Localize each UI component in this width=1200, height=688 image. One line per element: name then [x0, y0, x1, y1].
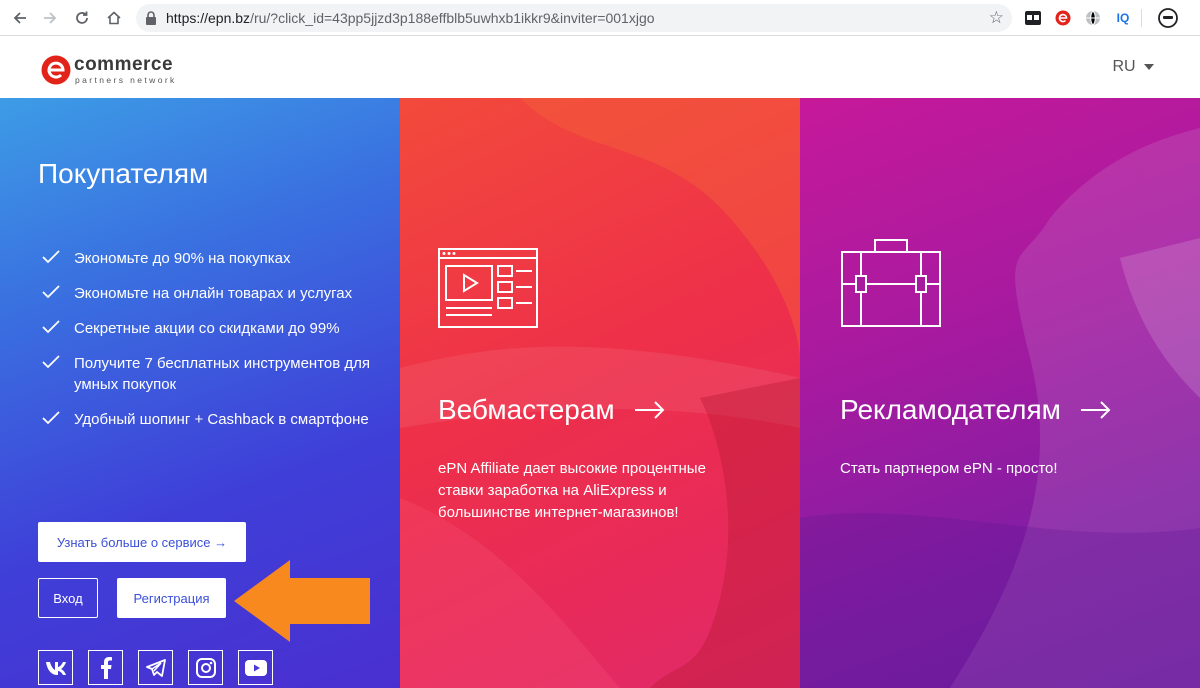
buyers-panel: Покупателям Экономьте до 90% на покупках…: [0, 98, 400, 688]
checkmark-icon: [42, 285, 60, 299]
arrow-right-icon: [634, 401, 665, 419]
checkmark-icon: [42, 411, 60, 425]
web-layout-icon: [438, 248, 538, 328]
feature-item: Получите 7 бесплатных инструментов для у…: [40, 353, 380, 395]
checkmark-icon: [42, 320, 60, 334]
instagram-icon[interactable]: [188, 650, 223, 685]
advertisers-heading[interactable]: Рекламодателям: [840, 394, 1111, 426]
checkmark-icon: [42, 355, 60, 369]
toolbar-separator: [1140, 9, 1144, 27]
background-photo-texture: [400, 98, 800, 688]
feature-item: Удобный шопинг + Cashback в смартфоне: [40, 409, 380, 430]
feature-text: Удобный шопинг + Cashback в смартфоне: [74, 411, 369, 428]
lock-icon: [146, 11, 156, 25]
feature-text: Экономьте до 90% на покупках: [74, 250, 291, 267]
webmasters-title: Вебмастерам: [438, 394, 615, 425]
language-selector[interactable]: RU: [1112, 58, 1154, 76]
telegram-icon[interactable]: [138, 650, 173, 685]
address-bar[interactable]: https://epn.bz/ru/?click_id=43pp5jjzd3p1…: [136, 4, 1012, 32]
feature-item: Экономьте до 90% на покупках: [40, 248, 380, 269]
logo-main-text: commerce: [74, 54, 174, 75]
site-header: commerce partners network RU: [0, 36, 1200, 98]
register-button[interactable]: Регистрация: [117, 578, 226, 618]
feature-text: Экономьте на онлайн товарах и услугах: [74, 285, 353, 302]
home-icon[interactable]: [102, 6, 126, 30]
webmasters-panel[interactable]: Вебмастерам ePN Affiliate дает высокие п…: [400, 98, 800, 688]
vk-icon[interactable]: [38, 650, 73, 685]
advertisers-title: Рекламодателям: [840, 394, 1061, 425]
reload-icon[interactable]: [70, 6, 94, 30]
webmasters-description: ePN Affiliate дает высокие процентные ст…: [438, 460, 706, 521]
browser-toolbar: https://epn.bz/ru/?click_id=43pp5jjzd3p1…: [0, 0, 1200, 36]
back-icon[interactable]: [8, 6, 32, 30]
epn-logo[interactable]: commerce partners network: [40, 52, 190, 93]
arrow-right-icon: [1080, 401, 1111, 419]
login-button[interactable]: Вход: [38, 578, 98, 618]
checkmark-icon: [42, 250, 60, 264]
advertisers-description: Стать партнером ePN - просто!: [840, 460, 1058, 477]
profile-icon[interactable]: [1158, 8, 1178, 28]
learn-more-button[interactable]: Узнать больше о сервисе →: [38, 522, 246, 562]
feature-item: Секретные акции со скидками до 99%: [40, 318, 380, 339]
iq-icon[interactable]: IQ: [1114, 9, 1132, 27]
feature-item: Экономьте на онлайн товарах и услугах: [40, 283, 380, 304]
caret-down-icon: [1144, 63, 1154, 70]
feature-text: Секретные акции со скидками до 99%: [74, 320, 340, 337]
youtube-icon[interactable]: [238, 650, 273, 685]
buyers-feature-list: Экономьте до 90% на покупках Экономьте н…: [40, 248, 380, 444]
feature-text: Получите 7 бесплатных инструментов для у…: [74, 355, 371, 393]
webmasters-heading[interactable]: Вебмастерам: [438, 394, 665, 426]
epn-icon[interactable]: [1054, 9, 1072, 27]
facebook-icon[interactable]: [88, 650, 123, 685]
globe-icon[interactable]: [1084, 9, 1102, 27]
briefcase-icon: [841, 239, 941, 327]
forward-icon[interactable]: [38, 6, 62, 30]
language-label: RU: [1112, 58, 1136, 75]
buyers-title: Покупателям: [38, 158, 209, 189]
advertisers-panel[interactable]: Рекламодателям Стать партнером ePN - про…: [800, 98, 1200, 688]
tab-manager-icon[interactable]: [1024, 9, 1042, 27]
logo-sub-text: partners network: [75, 75, 177, 85]
bookmark-star-icon[interactable]: ☆: [989, 8, 1004, 28]
url-text: https://epn.bz/ru/?click_id=43pp5jjzd3p1…: [166, 10, 655, 26]
background-photo-texture: [800, 128, 1200, 688]
orange-arrow-annotation: [234, 560, 370, 642]
